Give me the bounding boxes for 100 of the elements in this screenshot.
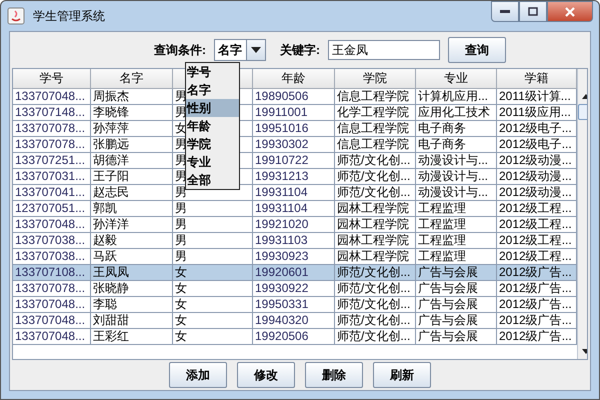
table-cell: 电子商务 (416, 137, 497, 153)
table-cell: 男 (173, 233, 253, 249)
table-cell: 工程监理 (416, 249, 497, 265)
table-cell: 工程监理 (416, 201, 497, 217)
close-button[interactable] (547, 1, 593, 22)
table-cell: 19931104 (253, 201, 335, 217)
table-cell: 电子商务 (416, 121, 497, 137)
maximize-button[interactable] (519, 1, 547, 22)
table-cell: 19930922 (253, 281, 335, 297)
action-button[interactable]: 删除 (305, 362, 363, 388)
table-cell: 2012级广告... (497, 265, 577, 281)
table-cell: 2012级动漫... (497, 185, 577, 201)
table-cell: 19930923 (253, 249, 335, 265)
table-cell: 动漫设计与... (416, 169, 497, 185)
app-icon (7, 7, 25, 25)
dropdown-option[interactable]: 学号 (186, 63, 239, 81)
table-cell: 133707148... (13, 105, 91, 121)
close-icon (565, 6, 575, 16)
keyword-label: 关键字: (280, 42, 320, 58)
action-button[interactable]: 修改 (237, 362, 295, 388)
column-header[interactable]: 年龄 (253, 69, 335, 89)
table-cell: 信息工程学院 (335, 89, 416, 105)
table-cell: 师范/文化创... (335, 313, 416, 329)
dropdown-option[interactable]: 学院 (186, 135, 239, 153)
minimize-button[interactable] (491, 1, 519, 22)
table-cell: 王彩红 (91, 329, 173, 345)
table-cell: 123707051... (13, 201, 91, 217)
table-cell: 19931103 (253, 233, 335, 249)
table-cell: 李聪 (91, 297, 173, 313)
table-cell: 师范/文化创... (335, 185, 416, 201)
table-cell: 张晓静 (91, 281, 173, 297)
table-cell: 孙萍萍 (91, 121, 173, 137)
table-cell: 李晓锋 (91, 105, 173, 121)
table-cell: 孙洋洋 (91, 217, 173, 233)
table-cell: 王子阳 (91, 169, 173, 185)
dropdown-option[interactable]: 专业 (186, 153, 239, 171)
table-cell: 女 (173, 297, 253, 313)
window-title: 学生管理系统 (33, 8, 106, 24)
table-cell: 2012级广告... (497, 281, 577, 297)
table-cell: 2011级计算... (497, 89, 577, 105)
table-cell: 133707048... (13, 329, 91, 345)
table-cell: 计算机应用... (416, 89, 497, 105)
condition-combo[interactable]: 名字 (214, 39, 266, 61)
table-cell: 赵毅 (91, 233, 173, 249)
search-button[interactable]: 查询 (448, 37, 506, 63)
table-cell: 女 (173, 329, 253, 345)
dropdown-option[interactable]: 性别 (186, 99, 239, 117)
table-cell: 女 (173, 313, 253, 329)
column-header[interactable]: 专业 (416, 69, 497, 89)
table-cell: 工程监理 (416, 233, 497, 249)
table-cell: 133707038... (13, 249, 91, 265)
table-cell: 园林工程学院 (335, 249, 416, 265)
table-cell: 女 (173, 281, 253, 297)
table-cell: 19921020 (253, 217, 335, 233)
table-cell: 动漫设计与... (416, 185, 497, 201)
table-cell: 2012级工程... (497, 201, 577, 217)
table-cell: 师范/文化创... (335, 329, 416, 345)
table-cell: 2012级电子... (497, 137, 577, 153)
column-header[interactable]: 学籍 (497, 69, 577, 89)
table-cell: 133707078... (13, 121, 91, 137)
action-button[interactable]: 添加 (169, 362, 227, 388)
table-cell: 男 (173, 249, 253, 265)
table-cell: 19931104 (253, 185, 335, 201)
table-cell: 133707048... (13, 89, 91, 105)
table-cell: 2012级电子... (497, 121, 577, 137)
column-header[interactable]: 名字 (91, 69, 173, 89)
table-cell: 19940320 (253, 313, 335, 329)
table-cell: 广告与会展 (416, 281, 497, 297)
table-cell: 2012级工程... (497, 233, 577, 249)
table-cell: 师范/文化创... (335, 169, 416, 185)
table-cell: 19920506 (253, 329, 335, 345)
table-cell: 胡德洋 (91, 153, 173, 169)
table-cell: 19950331 (253, 297, 335, 313)
table-cell: 133707078... (13, 137, 91, 153)
table-cell: 2012级广告... (497, 313, 577, 329)
table-cell: 2011级应用... (497, 105, 577, 121)
table-cell: 周振杰 (91, 89, 173, 105)
condition-label: 查询条件: (154, 42, 206, 58)
table-cell: 133707048... (13, 217, 91, 233)
table-cell: 师范/文化创... (335, 281, 416, 297)
table-cell: 19910722 (253, 153, 335, 169)
table-cell: 2012级动漫... (497, 153, 577, 169)
column-header[interactable]: 学院 (335, 69, 416, 89)
table-cell: 信息工程学院 (335, 137, 416, 153)
table-cell: 男 (173, 217, 253, 233)
keyword-field[interactable]: 王金凤 (328, 40, 440, 60)
table-cell: 广告与会展 (416, 297, 497, 313)
column-header[interactable]: 学号 (13, 69, 91, 89)
table-cell: 19930302 (253, 137, 335, 153)
table-cell: 赵志民 (91, 185, 173, 201)
table-cell: 张鹏远 (91, 137, 173, 153)
table-cell: 133707041... (13, 185, 91, 201)
table-cell: 133707048... (13, 313, 91, 329)
maximize-icon (528, 7, 538, 16)
table-cell: 广告与会展 (416, 313, 497, 329)
table-cell: 133707108... (13, 265, 91, 281)
table-cell: 化学工程学院 (335, 105, 416, 121)
action-button[interactable]: 刷新 (373, 362, 431, 388)
table-cell: 2012级广告... (497, 297, 577, 313)
table-cell: 133707251... (13, 153, 91, 169)
